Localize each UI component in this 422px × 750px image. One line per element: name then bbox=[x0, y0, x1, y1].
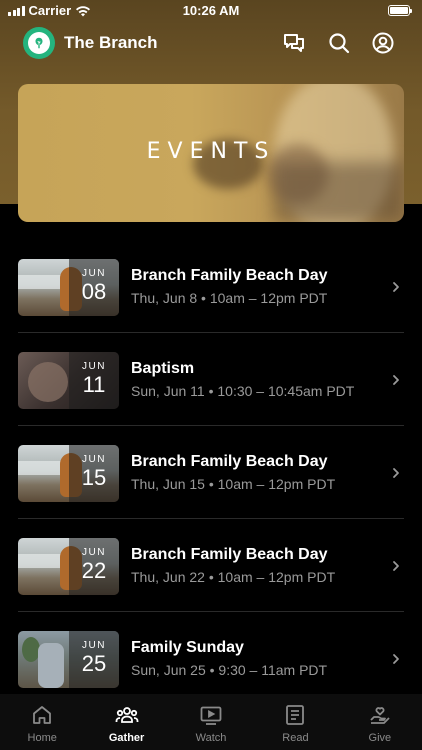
chevron-right-icon bbox=[391, 652, 401, 666]
app-title: The Branch bbox=[64, 33, 158, 52]
event-month: JUN bbox=[82, 268, 106, 279]
event-thumbnail: JUN 11 bbox=[18, 352, 119, 409]
tab-label: Watch bbox=[195, 732, 227, 744]
app-header: The Branch bbox=[0, 24, 422, 62]
chevron-right-icon bbox=[391, 559, 401, 573]
event-subtitle: Sun, Jun 25 • 9:30 – 11am PDT bbox=[131, 662, 328, 678]
book-icon bbox=[283, 703, 307, 727]
event-day: 15 bbox=[81, 465, 107, 490]
event-thumbnail: JUN 25 bbox=[18, 631, 119, 688]
event-title: Branch Family Beach Day bbox=[131, 453, 328, 470]
event-month: JUN bbox=[82, 454, 106, 465]
event-thumbnail: JUN 08 bbox=[18, 259, 119, 316]
tab-bar: Home Gather Watch Read Give bbox=[0, 694, 422, 750]
hero-photo-shape bbox=[274, 162, 404, 222]
tab-label: Read bbox=[282, 732, 309, 744]
tab-label: Give bbox=[368, 732, 392, 744]
chevron-right-icon bbox=[391, 373, 401, 387]
event-subtitle: Thu, Jun 22 • 10am – 12pm PDT bbox=[131, 569, 336, 585]
event-title: Branch Family Beach Day bbox=[131, 546, 328, 563]
chevron-right-icon bbox=[391, 466, 401, 480]
chevron-right-icon bbox=[391, 280, 401, 294]
event-month: JUN bbox=[82, 361, 106, 372]
events-hero-banner: EVENTS bbox=[18, 84, 404, 222]
events-screen: Carrier 10:26 AM The Branch EVENTS JUN 0… bbox=[0, 0, 422, 750]
tab-give[interactable]: Give bbox=[338, 694, 422, 750]
event-day: 11 bbox=[82, 372, 106, 397]
hero-title: EVENTS bbox=[146, 139, 276, 164]
event-thumbnail: JUN 15 bbox=[18, 445, 119, 502]
video-icon bbox=[199, 703, 223, 727]
date-badge: JUN 15 bbox=[69, 445, 119, 502]
tree-icon bbox=[28, 32, 50, 54]
tab-gather[interactable]: Gather bbox=[84, 694, 168, 750]
event-title: Branch Family Beach Day bbox=[131, 267, 328, 284]
status-time: 10:26 AM bbox=[182, 3, 240, 18]
tab-home[interactable]: Home bbox=[0, 694, 84, 750]
date-badge: JUN 22 bbox=[69, 538, 119, 595]
give-icon bbox=[368, 703, 392, 727]
date-badge: JUN 25 bbox=[69, 631, 119, 688]
status-bar: Carrier 10:26 AM bbox=[0, 0, 422, 22]
event-thumbnail: JUN 22 bbox=[18, 538, 119, 595]
event-month: JUN bbox=[82, 640, 106, 651]
tab-read[interactable]: Read bbox=[253, 694, 337, 750]
event-row[interactable]: JUN 08 Branch Family Beach Day Thu, Jun … bbox=[0, 240, 422, 333]
home-icon bbox=[30, 703, 54, 727]
event-subtitle: Thu, Jun 8 • 10am – 12pm PDT bbox=[131, 290, 328, 306]
event-row[interactable]: JUN 11 Baptism Sun, Jun 11 • 10:30 – 10:… bbox=[0, 333, 422, 426]
tab-watch[interactable]: Watch bbox=[169, 694, 253, 750]
date-badge: JUN 08 bbox=[69, 259, 119, 316]
people-icon bbox=[115, 703, 139, 727]
event-day: 25 bbox=[81, 651, 107, 676]
search-icon[interactable] bbox=[327, 31, 351, 55]
event-subtitle: Thu, Jun 15 • 10am – 12pm PDT bbox=[131, 476, 336, 492]
profile-icon[interactable] bbox=[371, 31, 395, 55]
events-list: JUN 08 Branch Family Beach Day Thu, Jun … bbox=[0, 240, 422, 705]
tab-label: Gather bbox=[108, 732, 145, 744]
chat-icon[interactable] bbox=[282, 31, 306, 55]
battery-icon bbox=[388, 5, 412, 16]
event-row[interactable]: JUN 25 Family Sunday Sun, Jun 25 • 9:30 … bbox=[0, 612, 422, 705]
event-row[interactable]: JUN 15 Branch Family Beach Day Thu, Jun … bbox=[0, 426, 422, 519]
event-day: 22 bbox=[81, 558, 107, 583]
date-badge: JUN 11 bbox=[69, 352, 119, 409]
event-month: JUN bbox=[82, 547, 106, 558]
event-title: Family Sunday bbox=[131, 639, 244, 656]
app-logo[interactable] bbox=[23, 27, 55, 59]
tab-label: Home bbox=[27, 732, 57, 744]
event-day: 08 bbox=[81, 279, 107, 304]
event-subtitle: Sun, Jun 11 • 10:30 – 10:45am PDT bbox=[131, 383, 355, 399]
event-row[interactable]: JUN 22 Branch Family Beach Day Thu, Jun … bbox=[0, 519, 422, 612]
event-title: Baptism bbox=[131, 360, 195, 377]
